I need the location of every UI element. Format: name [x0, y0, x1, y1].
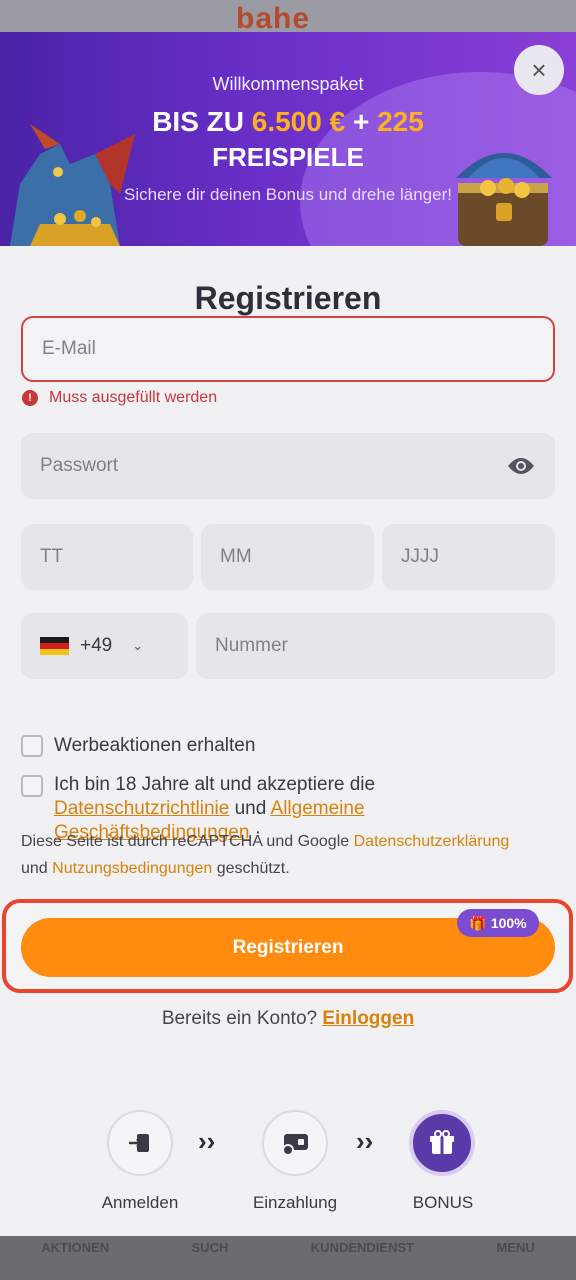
terms-checkbox[interactable]	[21, 775, 43, 797]
email-placeholder: E-Mail	[42, 338, 96, 359]
bottom-nav: AKTIONEN SUCH KUNDENDIENST MENU	[0, 1236, 576, 1280]
birth-day-field[interactable]: TT	[21, 524, 193, 590]
form-title: Registrieren	[194, 280, 382, 316]
step-arrow-2: ››	[356, 1126, 374, 1156]
banner-headline: BIS ZU 6.500 € + 225	[0, 106, 576, 138]
gift-box-icon	[430, 1130, 454, 1154]
chevron-down-icon: ⌄	[132, 638, 144, 653]
wallet-icon	[282, 1134, 308, 1156]
email-error-text: Muss ausgefüllt werden	[49, 389, 218, 406]
login-prompt: Bereits ein Konto? Einloggen	[0, 1008, 576, 1030]
terms-text: Ich bin 18 Jahre alt und akzeptiere die	[54, 774, 376, 795]
login-arrow-icon	[129, 1134, 149, 1152]
step-bonus	[409, 1110, 475, 1176]
recaptcha-notice: Diese Seite ist durch reCAPTCHA und Goog…	[21, 828, 561, 882]
banner-description: Sichere dir deinen Bonus und drehe länge…	[124, 185, 452, 204]
banner-subtitle: Willkommenspaket	[212, 74, 364, 94]
step-deposit-label: Einzahlung	[252, 1193, 338, 1212]
step-signup	[107, 1110, 173, 1176]
step-signup-label: Anmelden	[101, 1193, 179, 1212]
close-icon: ×	[531, 54, 547, 85]
login-prompt-text: Bereits ein Konto?	[161, 1008, 318, 1029]
month-placeholder: MM	[220, 546, 252, 567]
privacy-link[interactable]: Datenschutzrichtlinie	[54, 798, 229, 819]
headline-plus: +	[352, 106, 370, 137]
phone-placeholder: Nummer	[215, 635, 288, 656]
email-error: ! Muss ausgefüllt werden	[22, 389, 217, 407]
email-field[interactable]: E-Mail	[21, 316, 555, 382]
recaptcha-terms-link[interactable]: Nutzungsbedingungen	[52, 860, 212, 877]
banner-headline-line2: FREISPIELE	[212, 142, 364, 172]
promo-checkbox[interactable]	[21, 735, 43, 757]
headline-spins: 225	[377, 106, 424, 137]
bonus-badge-text: 100%	[490, 915, 527, 931]
step-bonus-label: BONUS	[412, 1193, 474, 1212]
password-placeholder: Passwort	[40, 455, 119, 476]
country-code-value: +49	[80, 635, 113, 656]
terms-and: und	[234, 798, 267, 819]
terms-link-1[interactable]: Allgemeine	[271, 798, 365, 819]
brand-logo: bahe	[236, 2, 311, 35]
phone-number-field[interactable]: Nummer	[196, 613, 555, 679]
promo-checkbox-label: Werbeaktionen erhalten	[54, 735, 256, 756]
day-placeholder: TT	[40, 546, 64, 567]
bonus-badge: 🎁 100%	[457, 909, 539, 937]
login-link[interactable]: Einloggen	[322, 1008, 414, 1029]
nav-such[interactable]: SUCH	[192, 1240, 229, 1255]
error-icon: !	[22, 390, 38, 406]
eye-icon[interactable]	[507, 456, 535, 476]
nav-kundendienst[interactable]: KUNDENDIENST	[311, 1240, 414, 1255]
close-button[interactable]: ×	[514, 45, 564, 95]
germany-flag-icon	[40, 636, 69, 656]
birth-year-field[interactable]: JJJJ	[382, 524, 555, 590]
country-code-select[interactable]: +49 ⌄	[21, 613, 188, 679]
gift-icon: 🎁	[469, 914, 487, 931]
recaptcha-text: Diese Seite ist durch reCAPTCHA und Goog…	[21, 833, 350, 850]
nav-menu[interactable]: MENU	[497, 1240, 535, 1255]
birth-month-field[interactable]: MM	[201, 524, 374, 590]
recaptcha-and: und	[21, 860, 48, 877]
welcome-banner: Willkommenspaket BIS ZU 6.500 € + 225 FR…	[0, 32, 576, 246]
step-arrow-1: ››	[198, 1126, 216, 1156]
recaptcha-privacy-link[interactable]: Datenschutzerklärung	[354, 833, 510, 850]
nav-aktionen[interactable]: AKTIONEN	[41, 1240, 109, 1255]
year-placeholder: JJJJ	[401, 546, 439, 567]
password-field[interactable]: Passwort	[21, 433, 555, 499]
headline-prefix: BIS ZU	[152, 106, 244, 137]
recaptcha-end: geschützt.	[216, 860, 290, 877]
headline-amount: 6.500 €	[251, 106, 346, 137]
step-deposit	[262, 1110, 328, 1176]
